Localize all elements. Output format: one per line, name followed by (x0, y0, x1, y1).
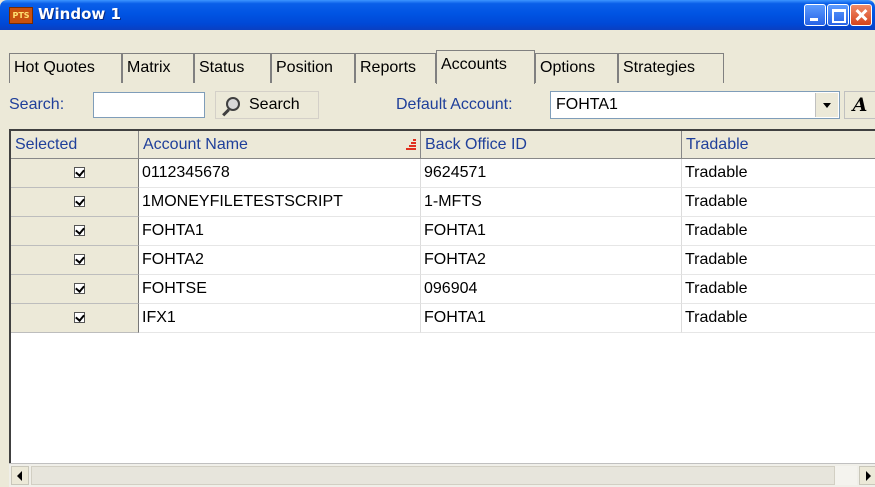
tab-reports[interactable]: Reports (355, 53, 436, 83)
selected-cell[interactable] (11, 159, 139, 188)
account-name-cell: FOHTSE (139, 275, 421, 304)
checkbox[interactable] (74, 312, 85, 323)
default-account-label: Default Account: (396, 96, 513, 113)
default-account-select[interactable]: FOHTA1 (550, 91, 840, 119)
window-title: Window 1 (38, 5, 121, 23)
minimize-button[interactable] (804, 4, 826, 26)
search-input[interactable] (93, 92, 205, 118)
column-header-selected[interactable]: Selected (11, 131, 139, 159)
chevron-down-icon[interactable] (815, 93, 838, 117)
column-header-back-office-id[interactable]: Back Office ID (421, 131, 682, 159)
app-window: PTS Window 1 Hot Quotes Matrix Status Po… (0, 0, 875, 487)
search-button[interactable]: Search (215, 91, 319, 119)
tradable-cell: Tradable (682, 275, 875, 304)
back-office-id-cell: 096904 (421, 275, 682, 304)
tab-position[interactable]: Position (271, 53, 355, 83)
table-row[interactable]: FOHTSE 096904 Tradable (11, 275, 875, 304)
table-row[interactable]: IFX1 FOHTA1 Tradable (11, 304, 875, 333)
tab-options[interactable]: Options (535, 53, 618, 83)
table-header: Selected Account Name Back Office ID Tra… (11, 131, 875, 159)
table-row[interactable]: 0112345678 9624571 Tradable (11, 159, 875, 188)
checkbox[interactable] (74, 196, 85, 207)
column-header-account-name[interactable]: Account Name (139, 131, 421, 159)
font-button[interactable]: A (844, 91, 875, 119)
account-name-cell: 1MONEYFILETESTSCRIPT (139, 188, 421, 217)
tradable-cell: Tradable (682, 304, 875, 333)
table-row[interactable]: FOHTA1 FOHTA1 Tradable (11, 217, 875, 246)
tab-strategies[interactable]: Strategies (618, 53, 724, 83)
checkbox[interactable] (74, 254, 85, 265)
tab-hot-quotes[interactable]: Hot Quotes (9, 53, 122, 83)
table-row[interactable]: FOHTA2 FOHTA2 Tradable (11, 246, 875, 275)
account-name-cell: FOHTA2 (139, 246, 421, 275)
tradable-cell: Tradable (682, 159, 875, 188)
tradable-cell: Tradable (682, 246, 875, 275)
horizontal-scrollbar[interactable] (9, 463, 875, 487)
account-name-cell: IFX1 (139, 304, 421, 333)
scroll-right-arrow-icon[interactable] (859, 466, 875, 485)
back-office-id-cell: FOHTA1 (421, 217, 682, 246)
column-header-tradable[interactable]: Tradable (682, 131, 875, 159)
back-office-id-cell: FOHTA2 (421, 246, 682, 275)
scrollbar-thumb[interactable] (31, 466, 835, 485)
selected-cell[interactable] (11, 188, 139, 217)
maximize-button[interactable] (827, 4, 849, 26)
account-name-cell: 0112345678 (139, 159, 421, 188)
checkbox[interactable] (74, 225, 85, 236)
table-row[interactable]: 1MONEYFILETESTSCRIPT 1-MFTS Tradable (11, 188, 875, 217)
back-office-id-cell: FOHTA1 (421, 304, 682, 333)
back-office-id-cell: 9624571 (421, 159, 682, 188)
checkbox[interactable] (74, 167, 85, 178)
tab-status[interactable]: Status (194, 53, 271, 83)
selected-cell[interactable] (11, 246, 139, 275)
accounts-toolbar: Search: Search Default Account: FOHTA1 A (9, 90, 875, 123)
selected-cell[interactable] (11, 217, 139, 246)
tradable-cell: Tradable (682, 217, 875, 246)
checkbox[interactable] (74, 283, 85, 294)
tradable-cell: Tradable (682, 188, 875, 217)
close-button[interactable] (850, 4, 872, 26)
default-account-value: FOHTA1 (556, 96, 618, 113)
search-button-label: Search (249, 96, 300, 113)
tab-matrix[interactable]: Matrix (122, 53, 194, 83)
account-name-cell: FOHTA1 (139, 217, 421, 246)
column-header-account-name-label: Account Name (143, 136, 248, 153)
back-office-id-cell: 1-MFTS (421, 188, 682, 217)
tab-accounts[interactable]: Accounts (436, 50, 535, 84)
search-label: Search: (9, 96, 65, 113)
selected-cell[interactable] (11, 304, 139, 333)
magnifier-icon (226, 97, 240, 111)
title-bar[interactable]: PTS Window 1 (0, 0, 875, 30)
scroll-left-arrow-icon[interactable] (11, 466, 29, 485)
accounts-table: Selected Account Name Back Office ID Tra… (9, 129, 875, 487)
selected-cell[interactable] (11, 275, 139, 304)
app-icon: PTS (9, 7, 33, 24)
sort-descending-icon (406, 138, 416, 152)
